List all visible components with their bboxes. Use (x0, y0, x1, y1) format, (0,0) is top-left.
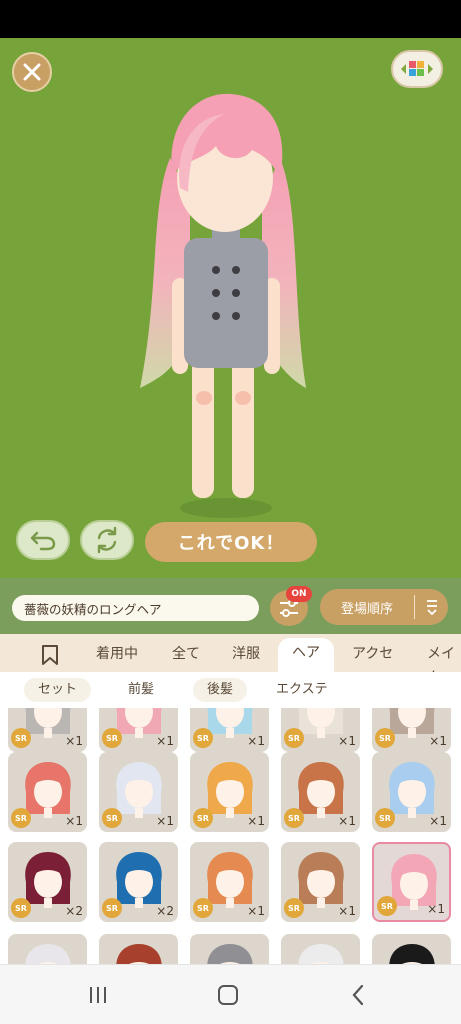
hair-item-card[interactable]: SR ×1 (281, 752, 360, 832)
confirm-ok-button[interactable]: これでOK！ (145, 522, 317, 562)
character-avatar (140, 93, 306, 518)
hair-thumbnail (389, 944, 435, 964)
hair-item-card[interactable]: SR×1 (281, 934, 360, 964)
undo-icon (30, 531, 56, 551)
tab-hair[interactable]: ヘア (278, 638, 334, 672)
item-count: ×1 (338, 734, 356, 748)
hair-item-card[interactable]: SR×1 (190, 934, 269, 964)
hair-item-card[interactable]: SR ×1 (99, 752, 178, 832)
hair-subtabs: セット 前髪 後髪 エクステ (0, 672, 461, 708)
palette-icon (401, 61, 433, 76)
filter-on-badge: ON (286, 586, 312, 602)
close-icon (23, 63, 41, 81)
hair-item-card[interactable]: SR ×1 (190, 752, 269, 832)
rarity-badge: SR (193, 728, 213, 748)
system-nav-bar (0, 964, 461, 1024)
hair-item-card[interactable]: SR ×1 (8, 708, 87, 752)
item-count: ×1 (429, 734, 447, 748)
tab-all[interactable]: 全て (172, 642, 200, 666)
hair-item-card[interactable]: SR×1 (372, 934, 451, 964)
item-count: ×1 (65, 734, 83, 748)
item-count: ×1 (247, 734, 265, 748)
hair-item-card[interactable]: SR ×1 (190, 842, 269, 922)
item-count: ×1 (247, 814, 265, 828)
hair-thumbnail (207, 944, 253, 964)
bookmark-icon (42, 645, 58, 665)
recent-apps-icon (90, 987, 106, 1003)
home-button[interactable] (213, 981, 243, 1009)
hair-item-card[interactable]: SR ×1 (8, 752, 87, 832)
hair-item-card[interactable]: SR×1 (8, 934, 87, 964)
rarity-badge: SR (193, 898, 213, 918)
item-count: ×1 (247, 904, 265, 918)
category-tabs: 着用中 全て 洋服 ヘア アクセ メイク (0, 634, 461, 686)
sort-direction-icon[interactable] (415, 598, 448, 616)
item-count: ×2 (156, 904, 174, 918)
item-count: ×1 (338, 904, 356, 918)
hair-item-card[interactable]: SR×1 (99, 934, 178, 964)
hair-thumbnail (25, 944, 71, 964)
rarity-badge: SR (284, 808, 304, 828)
status-bar (0, 0, 461, 38)
avatar-stage: これでOK！ (0, 38, 461, 578)
selected-item-name: 薔薇の妖精のロングヘア (12, 595, 259, 621)
rarity-badge: SR (11, 728, 31, 748)
back-icon (352, 984, 364, 1006)
tab-bookmark[interactable] (41, 644, 59, 670)
hair-thumbnail (298, 944, 344, 964)
tab-wearing[interactable]: 着用中 (96, 642, 138, 666)
close-button[interactable] (12, 52, 52, 92)
hair-item-card[interactable]: SR ×2 (8, 842, 87, 922)
subtab-extensions[interactable]: エクステ (262, 678, 342, 702)
hair-item-card[interactable]: SR ×1 (190, 708, 269, 752)
subtab-bangs[interactable]: 前髪 (114, 678, 168, 702)
hair-item-card[interactable]: SR ×1 (372, 708, 451, 752)
hair-item-card[interactable]: SR ×1 (372, 842, 451, 922)
recent-apps-button[interactable] (83, 981, 113, 1009)
rarity-badge: SR (375, 728, 395, 748)
tab-accessories[interactable]: アクセ (352, 642, 393, 666)
item-count: ×2 (65, 904, 83, 918)
item-count: ×1 (156, 814, 174, 828)
hair-item-card[interactable]: SR ×1 (99, 708, 178, 752)
subtab-back-hair[interactable]: 後髪 (193, 678, 248, 702)
rarity-badge: SR (102, 808, 122, 828)
hair-item-card[interactable]: SR ×2 (99, 842, 178, 922)
rarity-badge: SR (11, 898, 31, 918)
undo-button[interactable] (16, 520, 70, 560)
tab-makeup[interactable]: メイク (427, 642, 461, 686)
tab-clothes[interactable]: 洋服 (232, 642, 260, 666)
rarity-badge: SR (11, 808, 31, 828)
item-controls: 薔薇の妖精のロングヘア ON 登場順序 (0, 578, 461, 634)
sort-label: 登場順序 (340, 601, 393, 617)
rarity-badge: SR (102, 898, 122, 918)
rarity-badge: SR (102, 728, 122, 748)
back-button[interactable] (343, 981, 373, 1009)
hair-item-card[interactable]: SR ×1 (281, 842, 360, 922)
rarity-badge: SR (193, 808, 213, 828)
home-icon (218, 985, 238, 1005)
subtab-set[interactable]: セット (24, 678, 92, 702)
item-count: ×1 (156, 734, 174, 748)
rotate-icon (97, 526, 117, 554)
hair-item-grid: SR ×1 SR ×1 SR ×1 SR ×1 SR ×1 SR ×1 SR ×1 SR ×1 SR ×1 SR ×1… (0, 708, 461, 964)
rarity-badge: SR (284, 898, 304, 918)
rotate-button[interactable] (80, 520, 134, 560)
hair-item-card[interactable]: SR ×1 (372, 752, 451, 832)
color-palette-button[interactable] (391, 50, 443, 88)
rarity-badge: SR (375, 808, 395, 828)
rarity-badge: SR (284, 728, 304, 748)
item-count: ×1 (65, 814, 83, 828)
item-count: ×1 (338, 814, 356, 828)
rarity-badge: SR (377, 896, 397, 916)
item-count: ×1 (427, 902, 445, 916)
sort-order-button[interactable]: 登場順序 (320, 589, 448, 625)
hair-thumbnail (116, 944, 162, 964)
hair-item-card[interactable]: SR ×1 (281, 708, 360, 752)
item-count: ×1 (429, 814, 447, 828)
